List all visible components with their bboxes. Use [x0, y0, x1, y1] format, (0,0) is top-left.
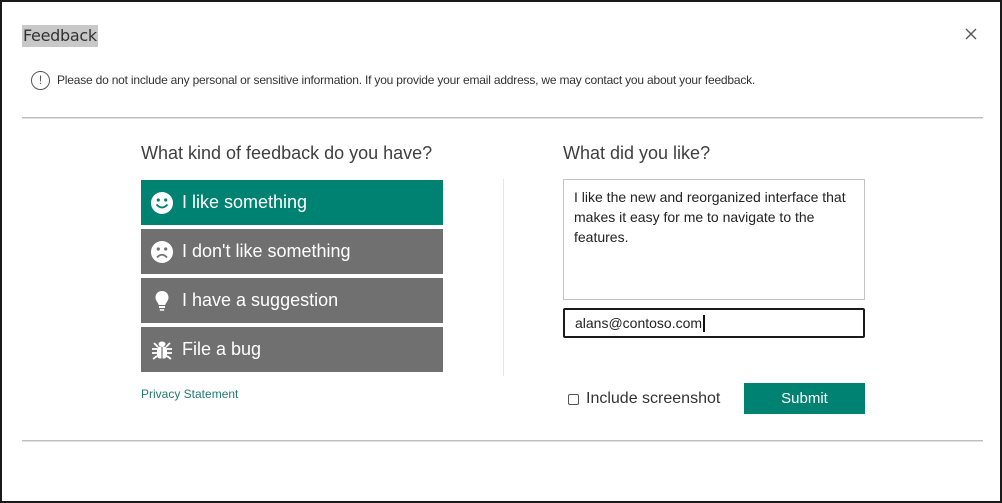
- email-input[interactable]: alans@contoso.com: [563, 308, 865, 338]
- submit-button[interactable]: Submit: [744, 383, 865, 414]
- option-label: I like something: [182, 192, 308, 212]
- option-file-bug[interactable]: File a bug: [141, 327, 443, 372]
- details-heading: What did you like?: [563, 143, 711, 163]
- info-exclamation-icon: !: [31, 70, 50, 90]
- column-separator: [503, 179, 504, 376]
- feedback-dialog: Feedback ! Please do not include any per…: [0, 0, 1002, 503]
- close-icon: [965, 28, 977, 40]
- bug-icon: [150, 338, 174, 362]
- option-label: I don't like something: [182, 241, 351, 261]
- smile-icon: [150, 191, 174, 215]
- option-label: I have a suggestion: [182, 290, 339, 310]
- comment-textarea[interactable]: I like the new and reorganized interface…: [563, 179, 865, 300]
- text-caret: [703, 314, 705, 332]
- privacy-statement-link[interactable]: Privacy Statement: [141, 387, 238, 401]
- include-screenshot-toggle[interactable]: Include screenshot: [568, 390, 720, 408]
- option-like-something[interactable]: I like something: [141, 180, 443, 225]
- dialog-title: Feedback: [22, 25, 98, 47]
- email-value: alans@contoso.com: [575, 315, 703, 331]
- top-divider: [22, 117, 983, 119]
- privacy-notice-text: Please do not include any personal or se…: [57, 73, 756, 87]
- lightbulb-icon: [150, 289, 174, 313]
- frown-icon: [150, 240, 174, 264]
- bottom-divider: [22, 440, 983, 442]
- feedback-type-heading: What kind of feedback do you have?: [141, 143, 433, 163]
- option-suggestion[interactable]: I have a suggestion: [141, 278, 443, 323]
- option-label: File a bug: [182, 339, 262, 359]
- privacy-notice: ! Please do not include any personal or …: [31, 70, 755, 90]
- option-dislike-something[interactable]: I don't like something: [141, 229, 443, 274]
- include-screenshot-checkbox[interactable]: [568, 393, 579, 405]
- include-screenshot-label: Include screenshot: [586, 390, 721, 407]
- close-button[interactable]: [963, 26, 979, 42]
